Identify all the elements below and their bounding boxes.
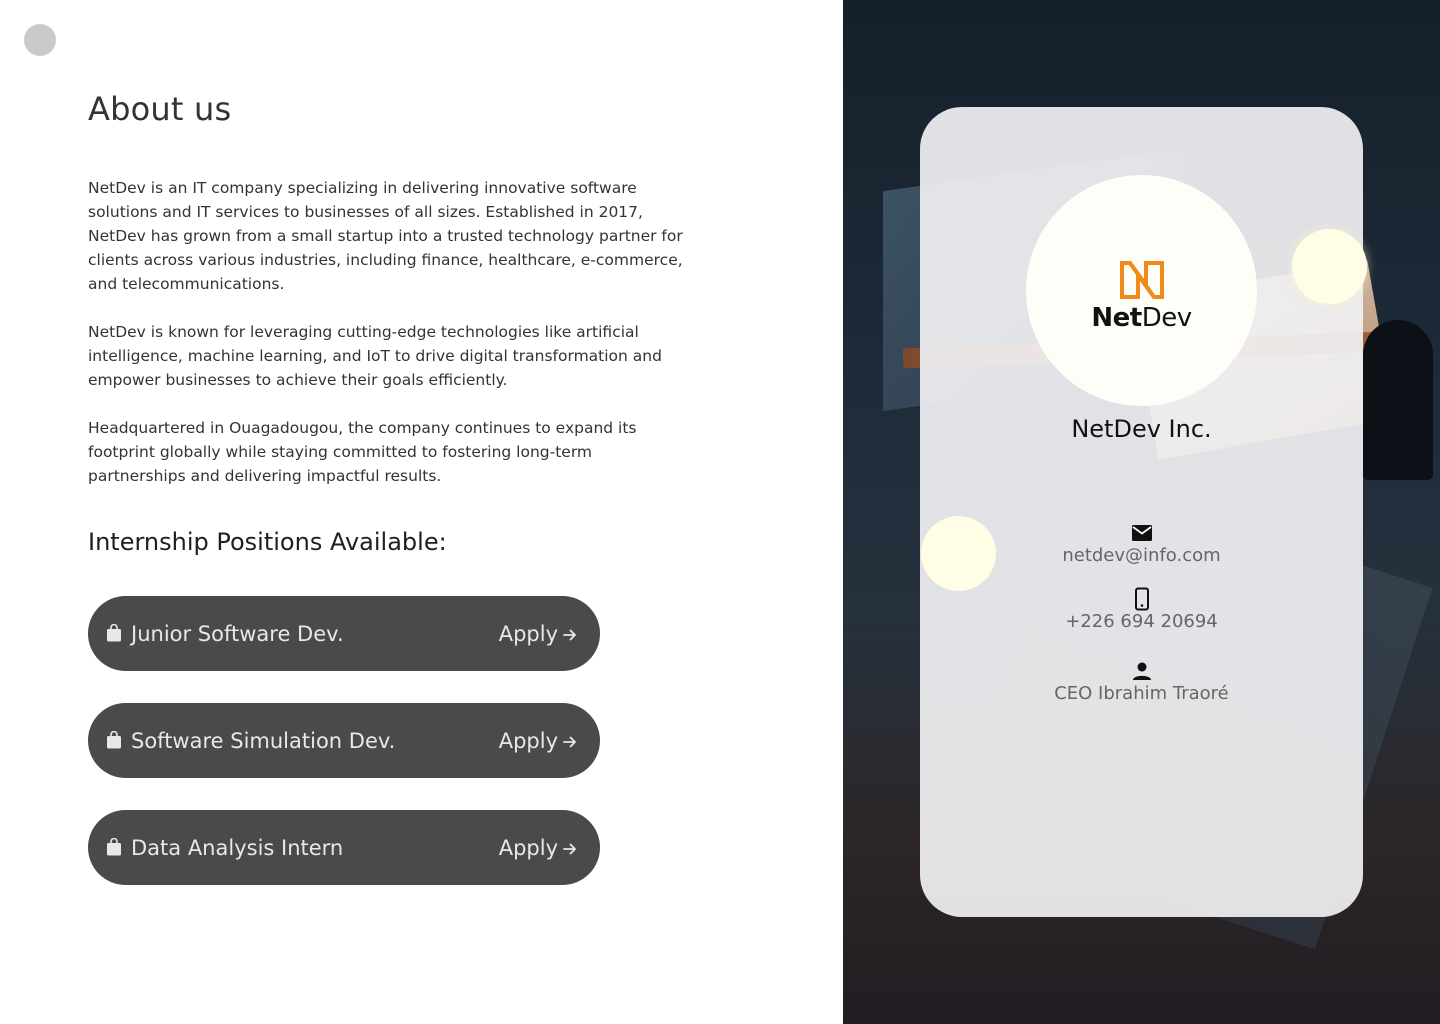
phone-icon	[1134, 587, 1149, 611]
company-card: NetDev NetDev Inc. netdev@info.com +226 …	[920, 107, 1363, 917]
shopping-bag-icon	[107, 624, 121, 642]
logo-circle: NetDev	[1026, 175, 1257, 406]
about-paragraph-2: NetDev is known for leveraging cutting-e…	[88, 323, 662, 389]
decorative-glow-circle	[921, 516, 996, 591]
position-title: Software Simulation Dev.	[131, 729, 396, 753]
logo-text-light: Dev	[1141, 303, 1192, 333]
position-title: Junior Software Dev.	[131, 622, 344, 646]
apply-label: Apply	[498, 622, 558, 646]
about-paragraph-3: Headquartered in Ouagadougou, the compan…	[88, 419, 637, 485]
apply-label: Apply	[498, 729, 558, 753]
apply-label: Apply	[498, 836, 558, 860]
shopping-bag-icon	[107, 838, 121, 856]
arrow-right-icon	[563, 736, 576, 748]
company-name: NetDev Inc.	[1071, 415, 1212, 443]
about-title: About us	[88, 90, 232, 128]
phone-text: +226 694 20694	[1065, 611, 1218, 632]
about-paragraph-1: NetDev is an IT company specializing in …	[88, 179, 683, 293]
right-panel-background: NetDev NetDev Inc. netdev@info.com +226 …	[843, 0, 1440, 1024]
decorative-glow-circle	[1292, 229, 1367, 304]
shopping-bag-icon	[107, 731, 121, 749]
left-panel: About us NetDev is an IT company special…	[0, 0, 843, 1024]
apply-link[interactable]: Apply	[499, 620, 578, 648]
arrow-right-icon	[563, 629, 576, 641]
circle-indicator	[24, 24, 56, 56]
position-button-software-simulation-dev[interactable]: Software Simulation Dev. Apply	[88, 703, 600, 778]
person-icon	[1132, 662, 1151, 680]
positions-title: Internship Positions Available:	[88, 528, 447, 556]
ceo-text: CEO Ibrahim Traoré	[1054, 683, 1229, 704]
apply-link[interactable]: Apply	[499, 834, 578, 862]
arrow-right-icon	[563, 843, 576, 855]
netdev-logo-icon	[1120, 261, 1164, 299]
mail-icon	[1131, 525, 1152, 541]
logo-text-bold: Net	[1091, 303, 1142, 333]
apply-link[interactable]: Apply	[499, 727, 578, 755]
logo-wordmark: NetDev	[1026, 303, 1257, 333]
contact-phone[interactable]: +226 694 20694	[920, 587, 1363, 633]
position-button-junior-software-dev[interactable]: Junior Software Dev. Apply	[88, 596, 600, 671]
position-title: Data Analysis Intern	[131, 836, 344, 860]
position-button-data-analysis-intern[interactable]: Data Analysis Intern Apply	[88, 810, 600, 885]
background-dark-object	[1363, 320, 1433, 480]
contact-ceo: CEO Ibrahim Traoré	[920, 659, 1363, 705]
